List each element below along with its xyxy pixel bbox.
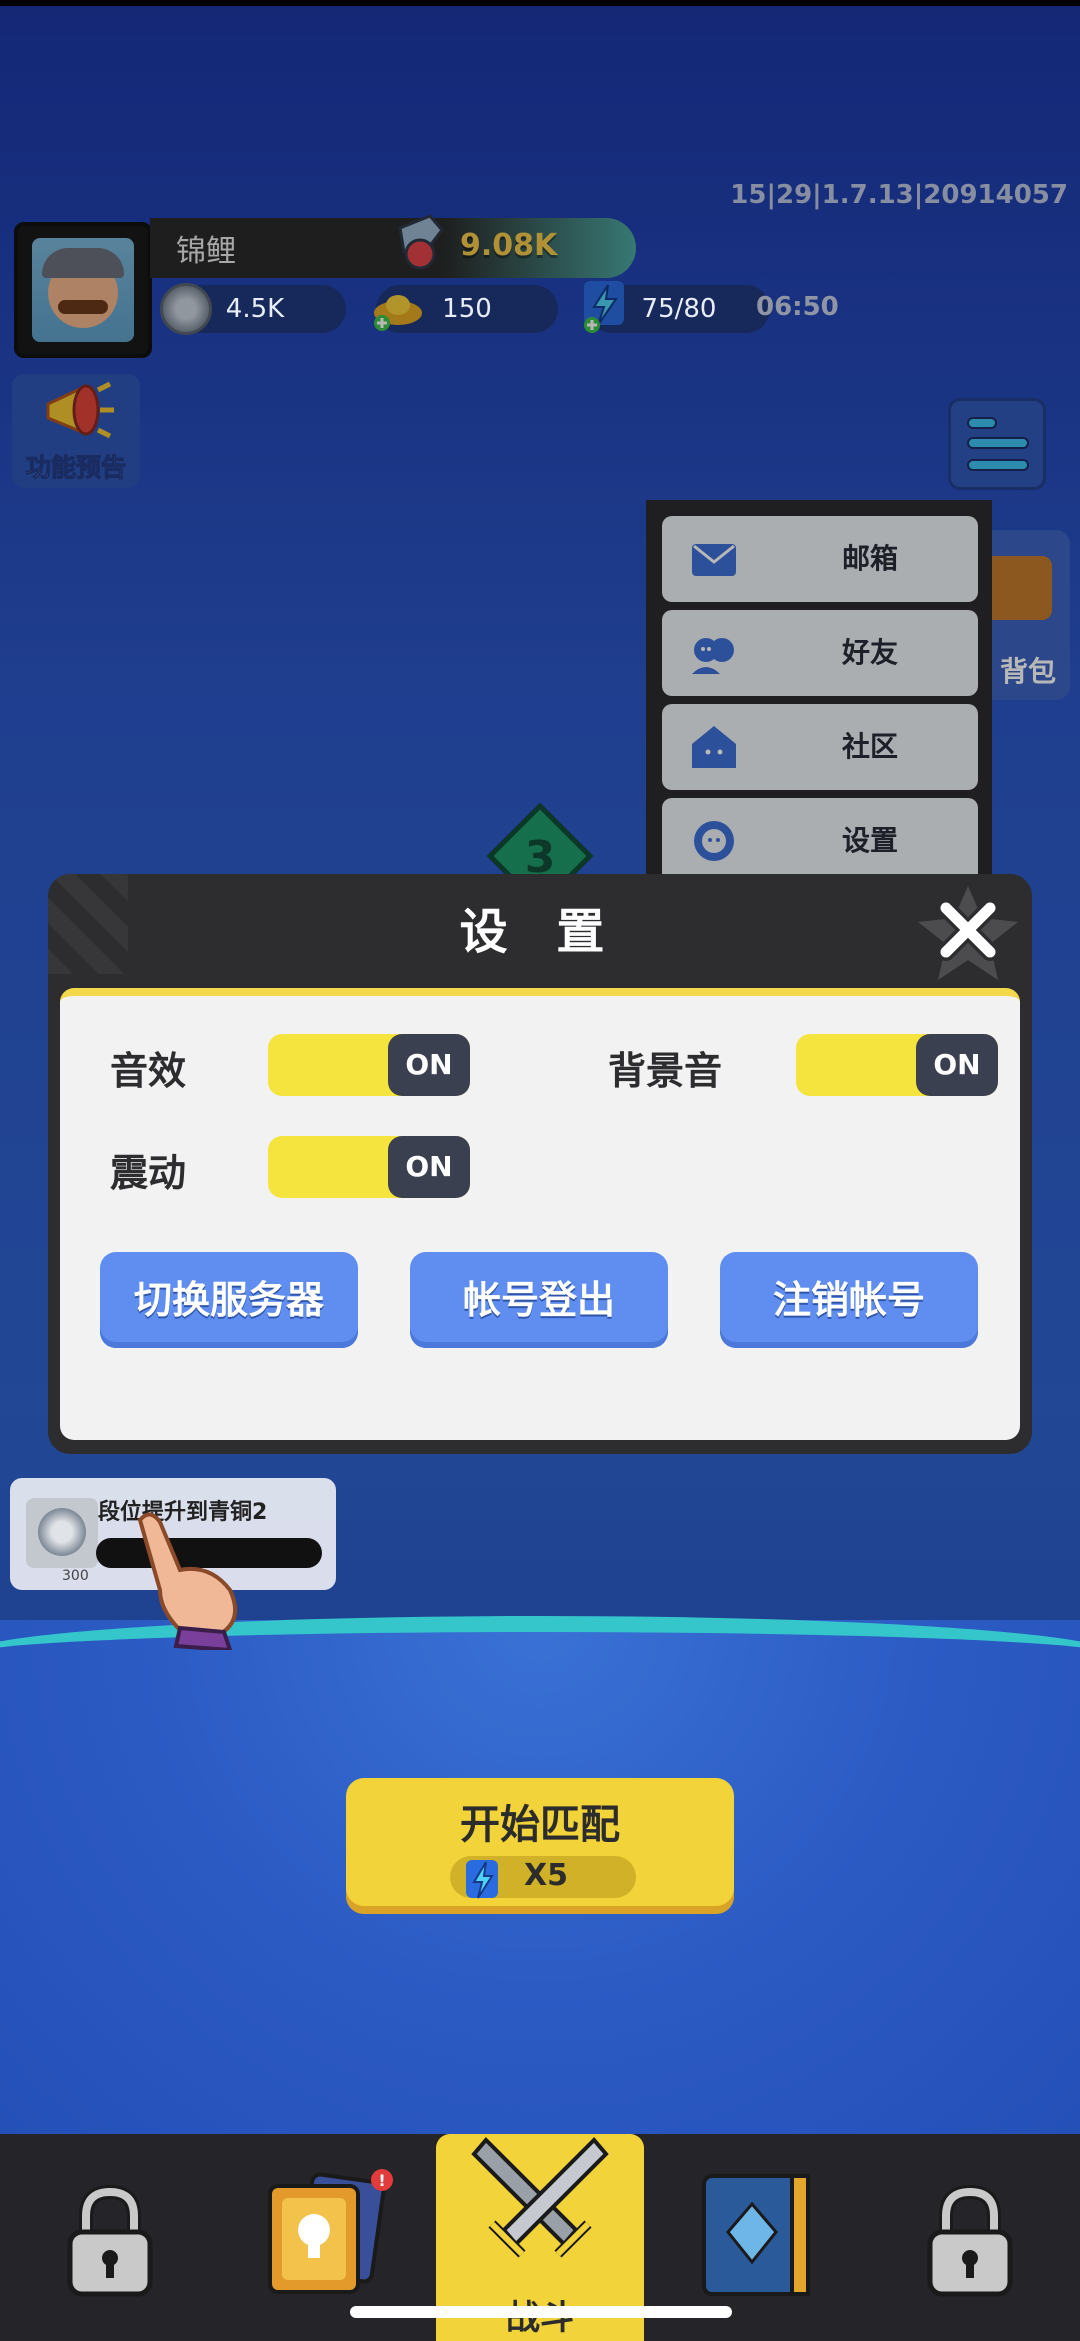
settings-title: 设 置 (459, 904, 621, 960)
bgm-toggle-state: ON (916, 1034, 998, 1096)
delete-account-button[interactable]: 注销帐号 (720, 1252, 978, 1348)
codex-book-icon[interactable] (692, 2170, 816, 2302)
settings-modal: 设 置 音效 ON 背景音 ON 震动 ON 切换服务器 帐号登出 注销帐号 (48, 874, 1032, 1454)
home-indicator[interactable] (350, 2306, 732, 2318)
logout-button[interactable]: 帐号登出 (410, 1252, 668, 1348)
sound-label: 音效 (110, 1049, 187, 1093)
sound-toggle[interactable]: ON (268, 1034, 470, 1096)
vibration-toggle[interactable]: ON (268, 1136, 470, 1198)
bgm-label: 背景音 (608, 1049, 723, 1093)
match-cost: X5 (524, 1858, 569, 1893)
svg-text:!: ! (378, 2171, 385, 2190)
sound-toggle-state: ON (388, 1034, 470, 1096)
pointing-hand-icon (137, 1512, 238, 1650)
lock-icon[interactable] (62, 2182, 158, 2300)
lock-icon[interactable] (922, 2182, 1018, 2300)
energy-bolt-icon (466, 1860, 498, 1899)
vibration-toggle-state: ON (388, 1136, 470, 1198)
vibration-label: 震动 (110, 1151, 187, 1195)
crossed-swords-icon (471, 2137, 609, 2258)
rank-coin-icon (26, 1498, 98, 1568)
close-icon[interactable] (932, 894, 1004, 966)
bgm-toggle[interactable]: ON (796, 1034, 998, 1096)
cards-icon[interactable]: ! (262, 2168, 396, 2296)
rank-reward: 300 (62, 1568, 89, 1584)
switch-server-button[interactable]: 切换服务器 (100, 1252, 358, 1348)
start-match-button[interactable]: 开始匹配 X5 (346, 1778, 734, 1914)
settings-body: 音效 ON 背景音 ON 震动 ON 切换服务器 帐号登出 注销帐号 (60, 988, 1020, 1440)
